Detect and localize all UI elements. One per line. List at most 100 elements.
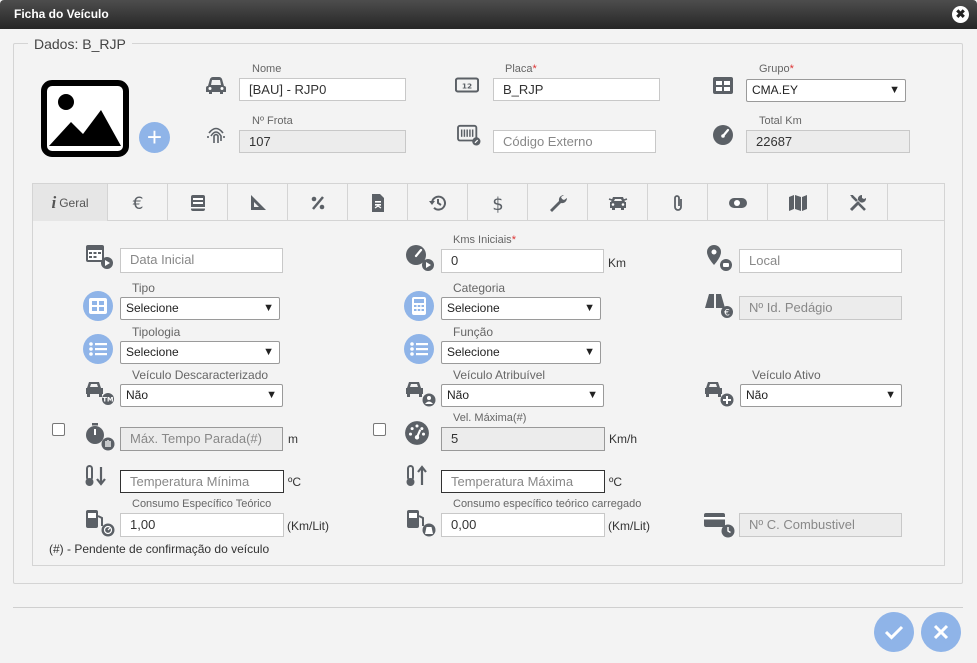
tab-document[interactable] bbox=[348, 184, 408, 221]
tipo-select[interactable]: Selecione ▼ bbox=[120, 297, 280, 320]
tab-history[interactable] bbox=[408, 184, 468, 221]
history-icon bbox=[428, 195, 446, 211]
car-icon bbox=[206, 77, 226, 94]
temperatura-minima-input[interactable]: Temperatura Mínima bbox=[120, 470, 284, 493]
speedometer-icon bbox=[713, 125, 733, 145]
fuel-weight-icon bbox=[407, 510, 436, 537]
total-km-input[interactable]: 22687 bbox=[746, 130, 910, 153]
tab-geral[interactable]: i Geral bbox=[33, 184, 108, 221]
funcao-select[interactable]: Selecione ▼ bbox=[441, 341, 601, 364]
chevron-down-icon: ▼ bbox=[266, 389, 277, 401]
car-front-icon bbox=[608, 196, 627, 210]
calendar-play-icon bbox=[86, 245, 113, 269]
tipologia-label: Tipologia bbox=[132, 325, 181, 339]
window-title: Ficha do Veículo bbox=[14, 7, 109, 21]
tempo-parada-input[interactable]: Máx. Tempo Parada(#) bbox=[120, 427, 283, 451]
atribuivel-select[interactable]: Não ▼ bbox=[441, 384, 604, 407]
fieldset-legend: Dados: B_RJP bbox=[28, 36, 132, 52]
location-car-icon bbox=[707, 245, 732, 271]
consumo-unit: (Km/Lit) bbox=[287, 519, 329, 533]
tab-book[interactable] bbox=[168, 184, 228, 221]
tab-euro[interactable]: € bbox=[108, 184, 168, 221]
codigo-externo-input[interactable]: Código Externo bbox=[493, 130, 656, 153]
tab-percent[interactable] bbox=[288, 184, 348, 221]
data-inicial-input[interactable]: Data Inicial bbox=[120, 248, 283, 273]
tab-wrench[interactable] bbox=[528, 184, 588, 221]
fingerprint-icon bbox=[207, 127, 225, 143]
categoria-label: Categoria bbox=[453, 281, 506, 295]
image-placeholder-icon[interactable] bbox=[41, 80, 129, 157]
nome-input[interactable]: [BAU] - RJP0 bbox=[239, 78, 406, 101]
tab-dollar[interactable]: $ bbox=[468, 184, 528, 221]
tab-tools[interactable] bbox=[828, 184, 888, 221]
confirm-button[interactable] bbox=[874, 612, 914, 652]
frota-label: Nº Frota bbox=[252, 115, 293, 127]
fuel-gauge-icon bbox=[86, 510, 115, 537]
tipo-grid-icon bbox=[83, 291, 113, 321]
svg-text:TM: TM bbox=[103, 396, 114, 404]
speedometer-play-icon bbox=[406, 245, 434, 271]
add-photo-button[interactable]: + bbox=[139, 122, 170, 153]
kms-iniciais-label: Kms Iniciais* bbox=[453, 234, 516, 246]
temperatura-maxima-input[interactable]: Temperatura Máxima bbox=[441, 470, 605, 493]
placa-label: Placa* bbox=[505, 63, 537, 75]
grid-icon bbox=[713, 77, 733, 94]
combustivel-card-input[interactable]: Nº C. Combustivel bbox=[739, 513, 902, 537]
vel-maxima-input[interactable]: 5 bbox=[441, 427, 605, 451]
ativo-select[interactable]: Não ▼ bbox=[740, 384, 902, 407]
temperature-down-icon bbox=[85, 465, 106, 486]
pedagio-input[interactable]: Nº Id. Pedágio bbox=[739, 296, 902, 320]
total-km-label: Total Km bbox=[759, 115, 802, 127]
descaracterizado-select[interactable]: Não ▼ bbox=[120, 384, 283, 407]
kms-iniciais-input[interactable]: 0 bbox=[441, 249, 604, 273]
tempo-parada-checkbox[interactable] bbox=[52, 423, 65, 436]
tab-bar: i Geral € $ bbox=[32, 183, 945, 221]
chevron-down-icon: ▼ bbox=[263, 302, 274, 314]
fuel-card-icon bbox=[704, 513, 735, 538]
license-plate-icon: 12 bbox=[455, 77, 479, 93]
close-icon[interactable]: ✖ bbox=[952, 6, 969, 23]
frota-input[interactable]: 107 bbox=[239, 130, 406, 153]
x-icon bbox=[933, 624, 949, 640]
funcao-list-icon bbox=[404, 334, 434, 364]
vel-maxima-checkbox[interactable] bbox=[373, 423, 386, 436]
check-icon bbox=[884, 625, 904, 640]
consumo-label: Consumo Específico Teórico bbox=[132, 498, 272, 510]
footer-divider bbox=[13, 607, 963, 608]
consumo-carregado-input[interactable]: 0,00 bbox=[441, 513, 605, 537]
chevron-down-icon: ▼ bbox=[263, 346, 274, 358]
car-tm-icon: TM bbox=[86, 382, 114, 405]
vel-maxima-label: Vel. Máxima(#) bbox=[453, 412, 527, 424]
percent-icon bbox=[311, 195, 324, 210]
barcode-icon bbox=[457, 124, 481, 146]
atribuivel-label: Veículo Atribuível bbox=[453, 368, 546, 382]
descaracterizado-label: Veículo Descaracterizado bbox=[132, 368, 269, 382]
euro-icon: € bbox=[132, 194, 143, 213]
gauge-icon bbox=[405, 421, 429, 445]
svg-text:€: € bbox=[724, 309, 730, 319]
tab-attachments[interactable] bbox=[648, 184, 708, 221]
tools-icon bbox=[849, 194, 866, 211]
window-titlebar: Ficha do Veículo ✖ bbox=[0, 0, 977, 29]
temperature-up-icon bbox=[406, 465, 427, 486]
tab-toggle[interactable] bbox=[708, 184, 768, 221]
calculator-icon bbox=[404, 291, 434, 321]
svg-text:$: $ bbox=[492, 194, 503, 213]
tipologia-select[interactable]: Selecione ▼ bbox=[120, 341, 280, 364]
grupo-select[interactable]: CMA.EY ▼ bbox=[746, 79, 906, 102]
categoria-select[interactable]: Selecione ▼ bbox=[441, 297, 601, 320]
tab-map[interactable] bbox=[768, 184, 828, 221]
dollar-icon: $ bbox=[492, 194, 503, 213]
consumo-input[interactable]: 1,00 bbox=[120, 513, 284, 537]
local-input[interactable]: Local bbox=[739, 249, 902, 273]
tab-car-front[interactable] bbox=[588, 184, 648, 221]
placa-input[interactable]: B_RJP bbox=[493, 78, 660, 101]
chevron-down-icon: ▼ bbox=[584, 346, 595, 358]
pending-note: (#) - Pendente de confirmação do veículo bbox=[49, 542, 270, 556]
cancel-button[interactable] bbox=[921, 612, 961, 652]
toll-road-euro-icon: € bbox=[705, 294, 733, 319]
temp-min-unit: ºC bbox=[288, 475, 302, 489]
tempo-parada-unit: m bbox=[288, 432, 298, 446]
tab-ruler[interactable] bbox=[228, 184, 288, 221]
book-icon bbox=[190, 194, 205, 211]
